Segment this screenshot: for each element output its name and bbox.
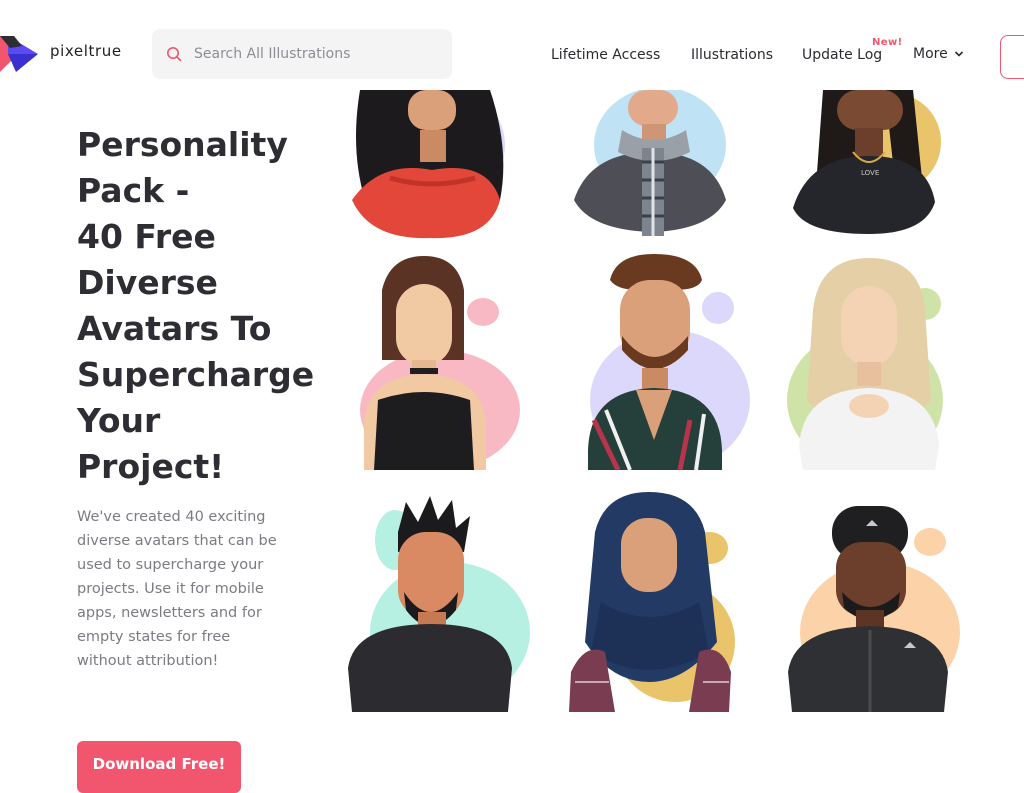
new-badge: New! [872, 37, 903, 48]
hero-title-line: Avatars To [77, 309, 272, 348]
hero-title-line: Personality [77, 125, 288, 164]
woman-blonde-sweater-avatar [785, 250, 985, 470]
nav-more-label: More [913, 46, 948, 62]
nav-illustrations[interactable]: Illustrations [691, 47, 773, 63]
svg-text:LOVE: LOVE [861, 169, 879, 177]
header-cta-button[interactable] [1000, 35, 1024, 79]
woman-hijab-avatar [565, 492, 765, 712]
nav-update-log[interactable]: Update Log [802, 47, 882, 63]
hero-title: Personality Pack - 40 Free Diverse Avata… [77, 122, 317, 490]
hero-title-line: Pack - [77, 171, 190, 210]
hero-title-line: Diverse [77, 263, 218, 302]
hero-title-line: Your [77, 401, 161, 440]
hero-description: We've created 40 exciting diverse avatar… [77, 509, 277, 669]
brand-name: pixeltrue [50, 42, 122, 60]
search-box[interactable] [152, 29, 452, 79]
nav-lifetime-access[interactable]: Lifetime Access [551, 47, 660, 63]
search-input[interactable] [192, 45, 446, 63]
hero-title-line: Supercharge [77, 355, 315, 394]
nav-more-dropdown[interactable]: More [913, 46, 964, 62]
woman-black-top-avatar [340, 250, 540, 470]
man-black-cap-avatar [780, 492, 980, 712]
man-beard-striped-shirt-avatar [570, 250, 770, 470]
site-header: pixeltrue Lifetime Access Illustrations … [0, 0, 1024, 100]
pixeltrue-logo-icon [0, 36, 38, 72]
brand-logo[interactable]: pixeltrue [0, 30, 130, 78]
man-spiky-hair-avatar [340, 492, 540, 712]
chevron-down-icon [954, 50, 964, 58]
hero-title-line: Project! [77, 447, 225, 486]
search-icon [166, 46, 182, 62]
hero-title-line: 40 Free [77, 217, 216, 256]
download-free-button[interactable]: Download Free! [77, 741, 241, 793]
